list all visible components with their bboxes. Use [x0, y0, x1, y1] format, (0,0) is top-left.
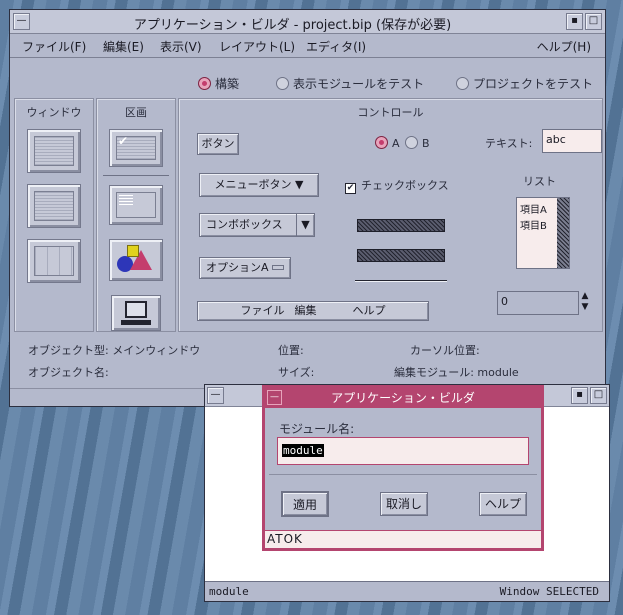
cancel-button[interactable]: 取消し — [380, 492, 428, 516]
main-title-bar[interactable]: — アプリケーション・ビルダ - project.bip (保存が必要) ▪ □ — [10, 10, 605, 34]
status-size: サイズ: — [278, 366, 315, 379]
status-object-name: オブジェクト名: — [28, 366, 109, 379]
menu-edit[interactable]: 編集(E) — [103, 38, 144, 55]
footer-selection-status: Window SELECTED — [499, 585, 599, 598]
status-edit-module: 編集モジュール: module — [394, 366, 519, 379]
window-menu-button[interactable]: — — [207, 387, 224, 404]
minimize-button[interactable]: ▪ — [571, 387, 588, 404]
separator-control — [355, 280, 447, 282]
status-cursor-position: カーソル位置: — [410, 344, 480, 357]
status-object-type: オブジェクト型: メインウィンドウ — [28, 344, 201, 357]
scale-slider-control[interactable] — [357, 219, 445, 232]
maximize-button[interactable]: □ — [585, 13, 602, 30]
radio-selected-icon — [198, 77, 211, 90]
main-window: — アプリケーション・ビルダ - project.bip (保存が必要) ▪ □… — [9, 9, 606, 407]
combo-arrow-icon: ▼ — [296, 214, 314, 236]
menu-editor[interactable]: エディタ(I) — [306, 38, 366, 55]
controls-palette: コントロール ボタン A B テキスト: abc メニューボタン ▼ ✔ チェック… — [178, 98, 603, 332]
module-name-dialog: — アプリケーション・ビルダ モジュール名: module 適用 取消し ヘルプ… — [262, 385, 544, 551]
spin-arrows-icon[interactable]: ▲ ▼ — [579, 291, 591, 315]
combo-box-control[interactable]: コンボボックス ▼ — [199, 213, 315, 237]
apply-button[interactable]: 適用 — [281, 491, 329, 517]
module-name-input[interactable]: module — [277, 437, 529, 465]
window-menu-button[interactable]: — — [13, 13, 30, 30]
checkbox-checked-icon: ✔ — [345, 183, 356, 194]
radio-icon — [456, 77, 469, 90]
radio-b-control[interactable]: B — [405, 136, 430, 150]
term-pane-tile[interactable] — [111, 295, 161, 331]
text-pane-tile[interactable] — [109, 185, 163, 225]
option-indicator-icon — [272, 265, 285, 270]
mode-test-module-radio[interactable]: 表示モジュールをテスト — [276, 75, 424, 92]
minimize-button[interactable]: ▪ — [566, 13, 583, 30]
menubar-control[interactable]: ファイル 編集 ヘルプ — [197, 301, 429, 321]
checkbox-control[interactable]: ✔ チェックボックス — [345, 177, 449, 194]
menu-layout[interactable]: レイアウト(L) — [219, 38, 295, 55]
mode-test-project-radio[interactable]: プロジェクトをテスト — [456, 75, 593, 92]
menu-file[interactable]: ファイル(F) — [22, 38, 86, 55]
computer-icon — [125, 301, 147, 318]
footer-module-name: module — [209, 585, 249, 598]
radio-icon — [276, 77, 289, 90]
menu-help[interactable]: ヘルプ(H) — [537, 38, 591, 55]
dialog-menu-button[interactable]: — — [267, 390, 282, 405]
square-shape-icon — [127, 245, 139, 257]
text-field-label: テキスト: — [485, 137, 533, 150]
windows-palette-title: ウィンドウ — [26, 106, 82, 119]
panes-palette: 区画 ✔ — [96, 98, 176, 332]
dialog-title-bar[interactable]: — アプリケーション・ビルダ — [265, 388, 541, 408]
gauge-control — [357, 249, 445, 262]
menu-down-arrow-icon: ▼ — [295, 178, 304, 191]
module-window-footer: module Window SELECTED — [205, 581, 609, 601]
controls-palette-title: コントロール — [357, 106, 424, 119]
list-title: リスト — [523, 175, 556, 188]
panes-palette-title: 区画 — [125, 106, 147, 119]
menu-button-control[interactable]: メニューボタン ▼ — [199, 173, 319, 197]
windows-palette: ウィンドウ — [14, 98, 94, 332]
maximize-button[interactable]: □ — [590, 387, 607, 404]
file-chooser-tile[interactable] — [27, 239, 81, 283]
custom-dialog-tile[interactable] — [27, 184, 81, 228]
drawing-area-tile[interactable] — [109, 239, 163, 281]
menu-view[interactable]: 表示(V) — [160, 38, 202, 55]
help-button[interactable]: ヘルプ — [479, 492, 527, 516]
selected-input-text: module — [282, 444, 324, 457]
radio-a-control[interactable]: A — [375, 136, 400, 150]
status-position: 位置: — [278, 344, 304, 357]
radio-icon — [405, 136, 418, 149]
list-control[interactable]: 項目A 項目B — [516, 197, 570, 269]
dialog-title: アプリケーション・ビルダ — [331, 391, 475, 405]
main-window-title: アプリケーション・ビルダ - project.bip (保存が必要) — [133, 18, 452, 33]
radio-selected-icon — [375, 136, 388, 149]
ime-name: ATOK — [267, 532, 303, 546]
spin-box-control[interactable]: 0 — [497, 291, 579, 315]
module-name-label: モジュール名: — [279, 422, 355, 436]
text-lines-icon — [119, 195, 133, 205]
list-scrollbar[interactable] — [557, 198, 569, 268]
keyboard-icon — [121, 320, 151, 325]
main-window-tile[interactable] — [27, 129, 81, 173]
button-control[interactable]: ボタン — [197, 133, 239, 155]
dialog-separator — [269, 474, 537, 475]
text-field-control[interactable]: abc — [542, 129, 602, 153]
ime-status-bar: ATOK — [265, 530, 541, 548]
menu-bar: ファイル(F) 編集(E) 表示(V) レイアウト(L) エディタ(I) ヘルプ… — [10, 34, 605, 58]
checkmark-icon: ✔ — [118, 134, 129, 148]
control-pane-tile[interactable]: ✔ — [109, 129, 163, 167]
option-menu-control[interactable]: オプションA — [199, 257, 291, 279]
palette-separator — [103, 175, 169, 176]
mode-build-radio[interactable]: 構築 — [198, 75, 239, 92]
